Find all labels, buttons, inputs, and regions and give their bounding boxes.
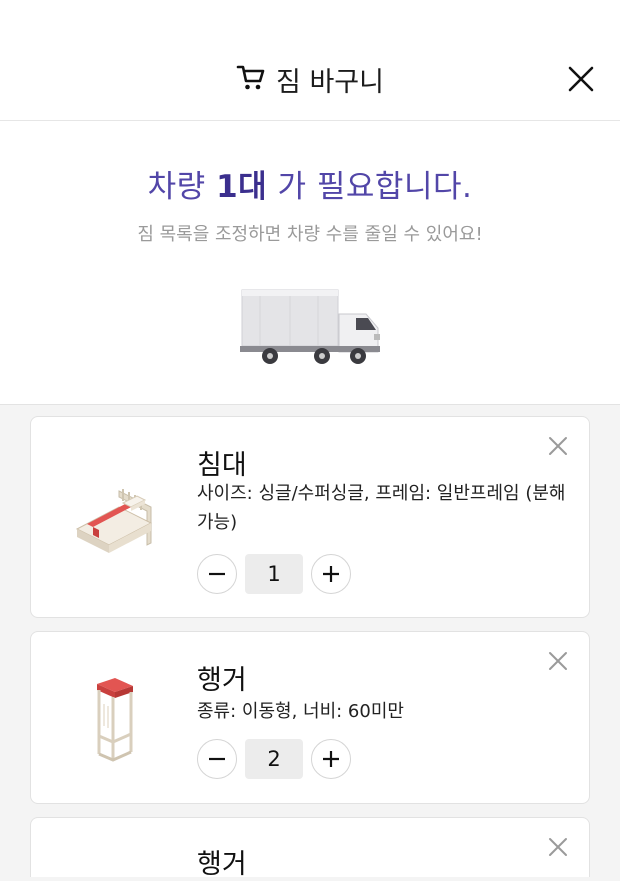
- plus-icon: [323, 566, 339, 582]
- bed-icon: [75, 489, 153, 553]
- vehicle-summary: 차량 1대 가 필요합니다. 짐 목록을 조정하면 차량 수를 줄일 수 있어요…: [0, 121, 620, 405]
- quantity-value: 2: [245, 739, 303, 779]
- item-desc: 종류: 이동형, 너비: 60미만: [197, 701, 404, 722]
- item-name: 침대: [197, 450, 247, 481]
- remove-item-button[interactable]: [547, 650, 569, 672]
- cart-icon: [236, 65, 265, 90]
- item-name: 행거: [197, 849, 247, 880]
- decrease-button[interactable]: [197, 739, 237, 779]
- truck-icon: [240, 289, 380, 364]
- item-name: 행거: [197, 665, 247, 696]
- close-icon: [549, 437, 567, 455]
- remove-item-button[interactable]: [547, 435, 569, 457]
- vehicle-headline: 차량 1대 가 필요합니다.: [0, 161, 620, 206]
- remove-item-button[interactable]: [547, 836, 569, 858]
- decrease-button[interactable]: [197, 554, 237, 594]
- cart-item: 침대 사이즈: 싱글/수퍼싱글, 프레임: 일반프레임 (분해가능) 1: [30, 416, 590, 618]
- plus-icon: [323, 751, 339, 767]
- vehicle-subline: 짐 목록을 조정하면 차량 수를 줄일 수 있어요!: [137, 224, 483, 245]
- close-icon: [568, 66, 594, 92]
- quantity-stepper: 1: [197, 553, 351, 595]
- cart-item: 행거: [30, 817, 590, 880]
- close-icon: [549, 652, 567, 670]
- quantity-value: 1: [245, 554, 303, 594]
- item-desc: 사이즈: 싱글/수퍼싱글, 프레임: 일반프레임 (분해가능): [197, 483, 566, 533]
- close-button[interactable]: [566, 64, 596, 94]
- page-title: 짐 바구니: [276, 67, 384, 98]
- headline-prefix: 차량: [147, 169, 217, 205]
- header: 짐 바구니: [0, 0, 620, 121]
- quantity-stepper: 2: [197, 738, 351, 780]
- minus-icon: [209, 757, 225, 761]
- hanger-rack-icon: [97, 678, 133, 762]
- close-icon: [549, 838, 567, 856]
- increase-button[interactable]: [311, 554, 351, 594]
- headline-suffix: 가 필요합니다.: [267, 169, 473, 205]
- increase-button[interactable]: [311, 739, 351, 779]
- cart-item: 행거 종류: 이동형, 너비: 60미만 2: [30, 631, 590, 804]
- minus-icon: [209, 572, 225, 576]
- vehicle-count: 1대: [216, 169, 268, 205]
